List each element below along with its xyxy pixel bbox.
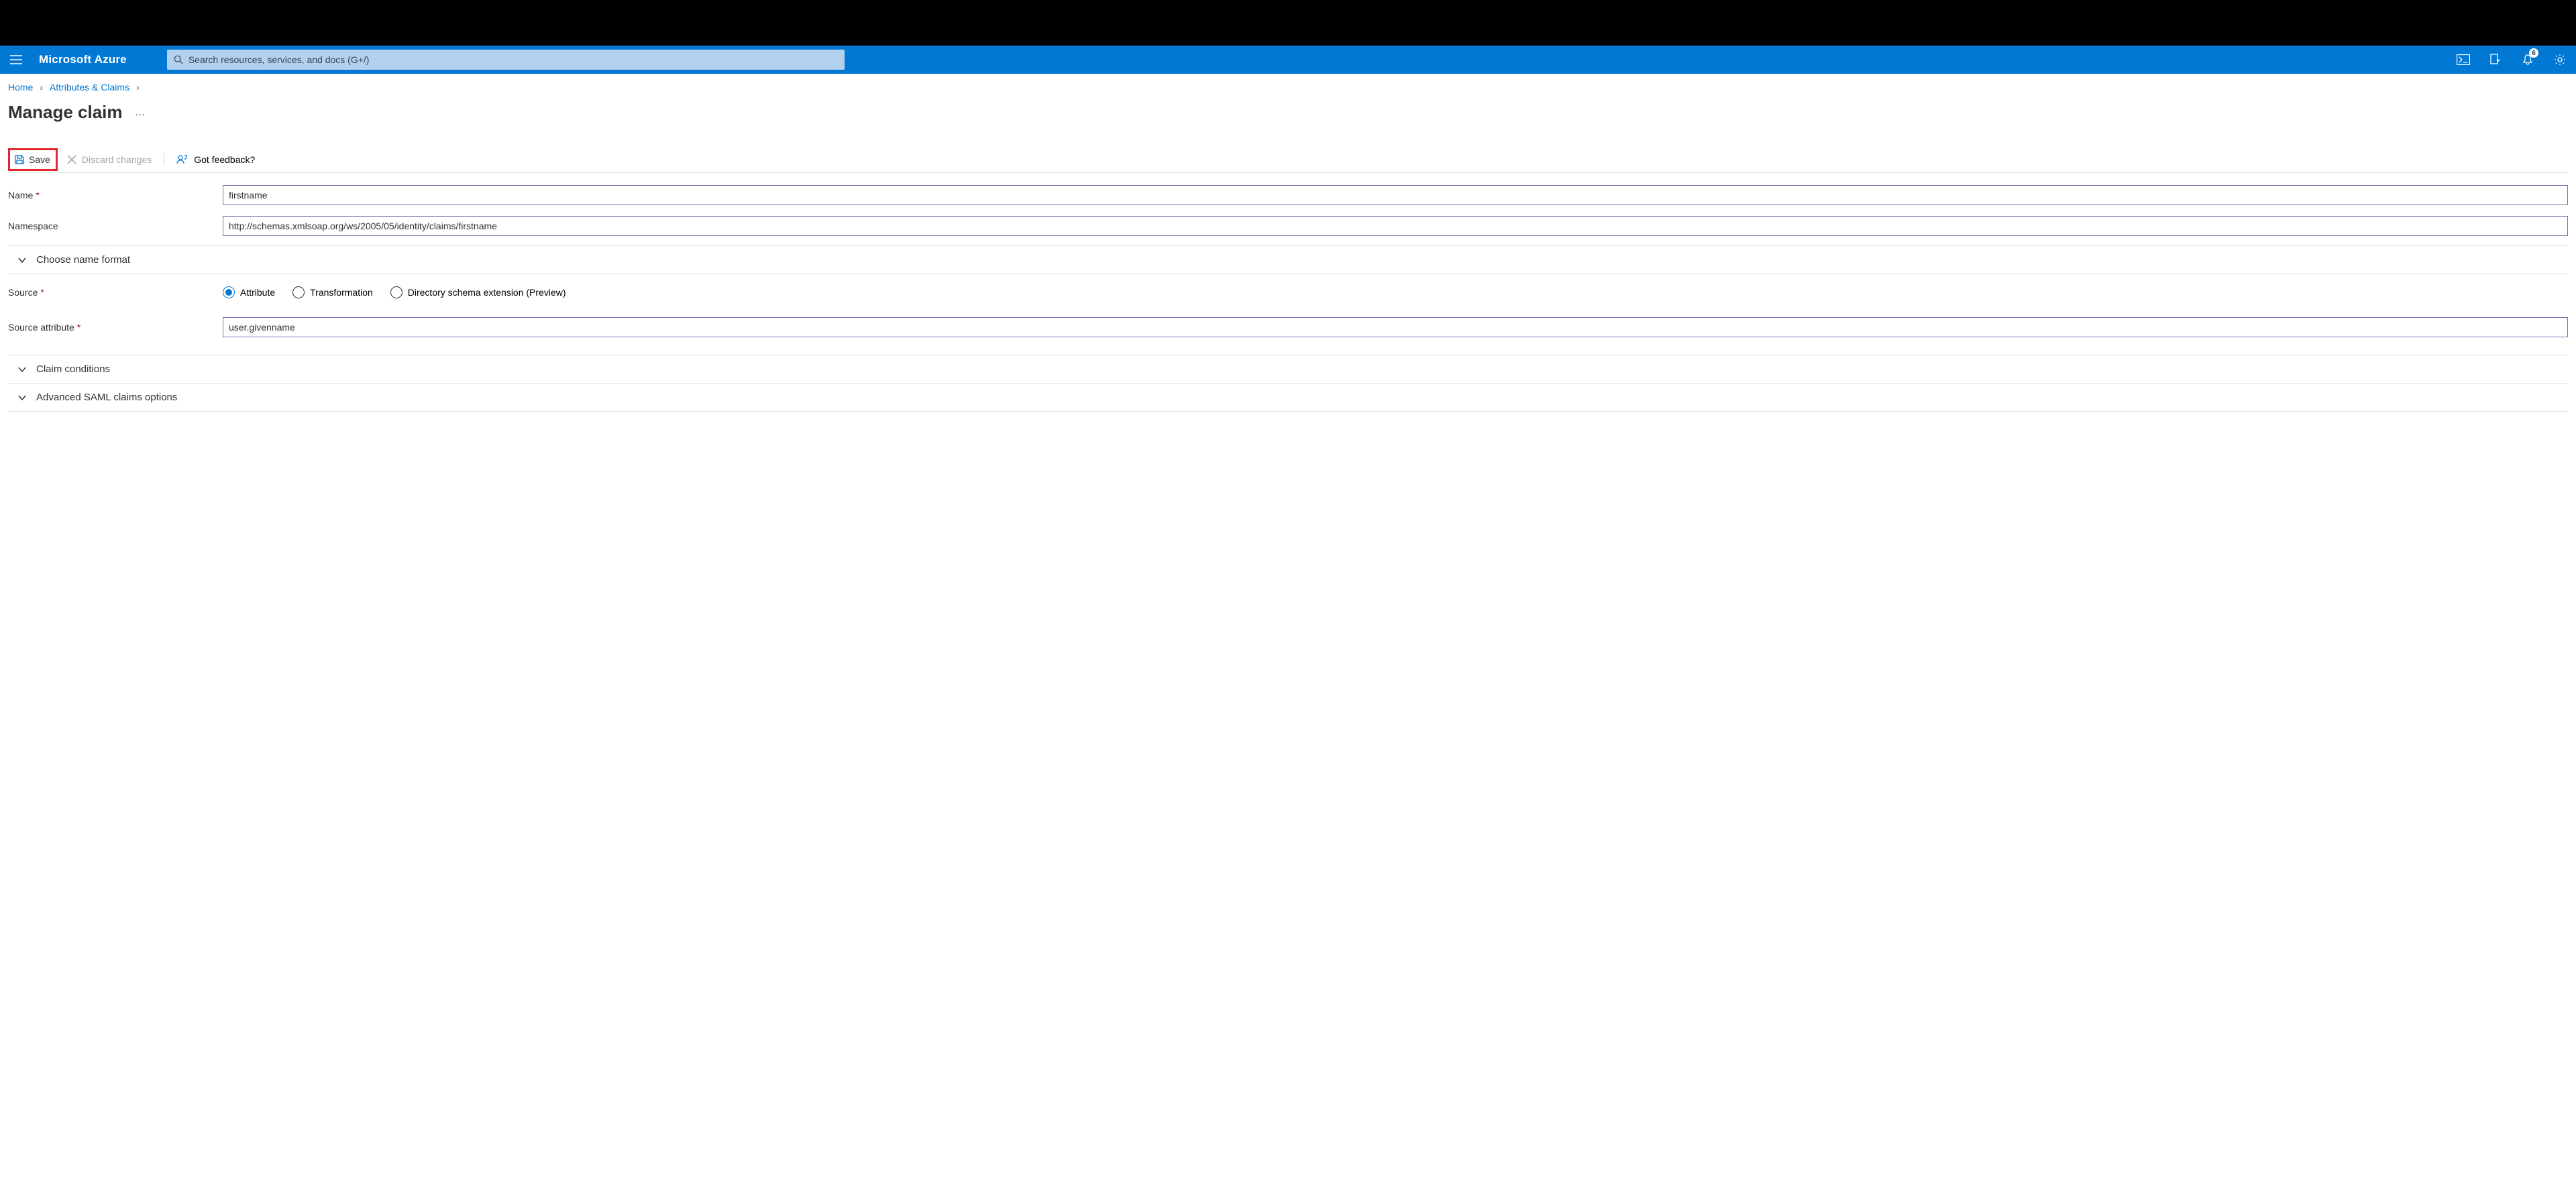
source-row: Source* Attribute Transformation Directo… (8, 281, 2568, 304)
save-button[interactable]: Save (8, 148, 58, 171)
name-input[interactable] (223, 185, 2568, 205)
more-actions-button[interactable]: … (135, 107, 147, 119)
page-title: Manage claim (8, 102, 123, 123)
feedback-icon (176, 154, 189, 165)
topbar-actions: 6 (2447, 46, 2576, 74)
advanced-saml-accordion[interactable]: Advanced SAML claims options (8, 384, 2568, 412)
directory-filter-icon (2489, 54, 2502, 66)
radio-icon (223, 286, 235, 298)
breadcrumb-home[interactable]: Home (8, 82, 33, 93)
breadcrumb: Home › Attributes & Claims › (8, 82, 2568, 93)
discard-label: Discard changes (82, 154, 152, 165)
brand-label[interactable]: Microsoft Azure (39, 53, 127, 66)
source-attribute-label: Source attribute* (8, 322, 223, 333)
source-attribute-input[interactable] (223, 317, 2568, 337)
notifications-button[interactable]: 6 (2512, 46, 2544, 74)
menu-button[interactable] (0, 46, 32, 74)
close-icon (67, 155, 76, 164)
chevron-down-icon (17, 365, 27, 374)
choose-name-format-accordion[interactable]: Choose name format (8, 246, 2568, 274)
radio-transformation-label: Transformation (310, 287, 373, 298)
chevron-right-icon: › (136, 82, 140, 93)
choose-format-label: Choose name format (36, 254, 130, 266)
radio-directory-label: Directory schema extension (Preview) (408, 287, 566, 298)
gear-icon (2554, 54, 2566, 66)
claim-conditions-label: Claim conditions (36, 363, 110, 375)
radio-directory[interactable]: Directory schema extension (Preview) (390, 286, 566, 298)
search-placeholder: Search resources, services, and docs (G+… (189, 54, 370, 65)
feedback-label: Got feedback? (194, 154, 255, 165)
feedback-button[interactable]: Got feedback? (167, 148, 264, 171)
toolbar: Save Discard changes Got feedback? (8, 148, 2568, 173)
namespace-input[interactable] (223, 216, 2568, 236)
cloud-shell-button[interactable] (2447, 46, 2479, 74)
save-icon (14, 154, 25, 165)
radio-icon (390, 286, 402, 298)
claim-conditions-accordion[interactable]: Claim conditions (8, 355, 2568, 384)
radio-transformation[interactable]: Transformation (292, 286, 373, 298)
claim-form: Name* Namespace Choose name format Sourc… (8, 180, 2568, 412)
required-marker: * (40, 287, 44, 298)
radio-icon (292, 286, 305, 298)
chevron-right-icon: › (40, 82, 43, 93)
page-content: Home › Attributes & Claims › Manage clai… (0, 74, 2576, 412)
notification-badge: 6 (2529, 48, 2538, 58)
source-attribute-row: Source attribute* (8, 312, 2568, 343)
breadcrumb-attributes[interactable]: Attributes & Claims (50, 82, 129, 93)
advanced-saml-label: Advanced SAML claims options (36, 392, 177, 403)
radio-attribute-label: Attribute (240, 287, 275, 298)
search-icon (174, 55, 183, 64)
cloud-shell-icon (2457, 54, 2470, 65)
source-label: Source* (8, 287, 223, 298)
required-marker: * (77, 322, 80, 333)
chevron-down-icon (17, 393, 27, 402)
settings-button[interactable] (2544, 46, 2576, 74)
page-header: Manage claim … (8, 102, 2568, 123)
required-marker: * (36, 190, 39, 200)
discard-button: Discard changes (58, 148, 161, 171)
save-label: Save (29, 154, 50, 165)
name-label: Name* (8, 190, 223, 200)
chevron-down-icon (17, 255, 27, 265)
hamburger-icon (10, 55, 22, 64)
azure-topbar: Microsoft Azure Search resources, servic… (0, 46, 2576, 74)
radio-attribute[interactable]: Attribute (223, 286, 275, 298)
source-radio-group: Attribute Transformation Directory schem… (223, 286, 566, 298)
window-blackbar (0, 0, 2576, 46)
namespace-label: Namespace (8, 221, 223, 231)
name-row: Name* (8, 180, 2568, 211)
global-search[interactable]: Search resources, services, and docs (G+… (167, 50, 845, 70)
namespace-row: Namespace (8, 211, 2568, 241)
directory-filter-button[interactable] (2479, 46, 2512, 74)
